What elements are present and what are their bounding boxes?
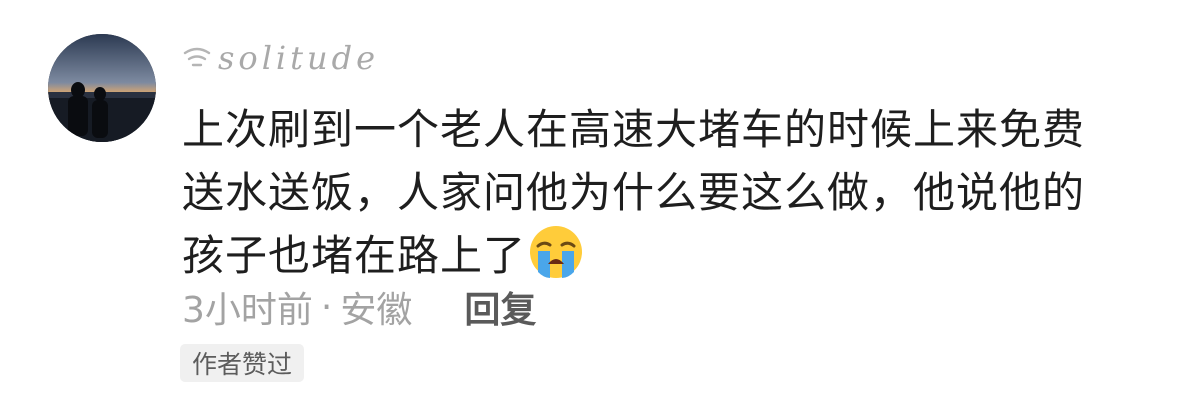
signal-wave-icon [183, 47, 211, 67]
username-row[interactable]: solitude [182, 38, 379, 78]
loudly-crying-face-emoji [530, 226, 583, 278]
meta-separator: · [320, 286, 333, 328]
comment-text: 上次刷到一个老人在高速大堵车的时候上来免费送水送饭，人家问他为什么要这么做，他说… [182, 98, 1102, 287]
location: 安徽 [340, 290, 413, 331]
comment-item: solitude 上次刷到一个老人在高速大堵车的时候上来免费送水送饭，人家问他为… [0, 0, 1179, 402]
comment-meta: 3小时前 · 安徽 回复 [182, 282, 536, 332]
username: solitude [218, 39, 380, 77]
avatar-image [48, 34, 156, 142]
timestamp: 3小时前 [182, 290, 313, 331]
author-liked-badge: 作者赞过 [180, 344, 305, 382]
avatar[interactable] [48, 34, 156, 142]
comment-text-content: 上次刷到一个老人在高速大堵车的时候上来免费送水送饭，人家问他为什么要这么做，他说… [182, 105, 1086, 280]
reply-button[interactable]: 回复 [464, 281, 536, 333]
